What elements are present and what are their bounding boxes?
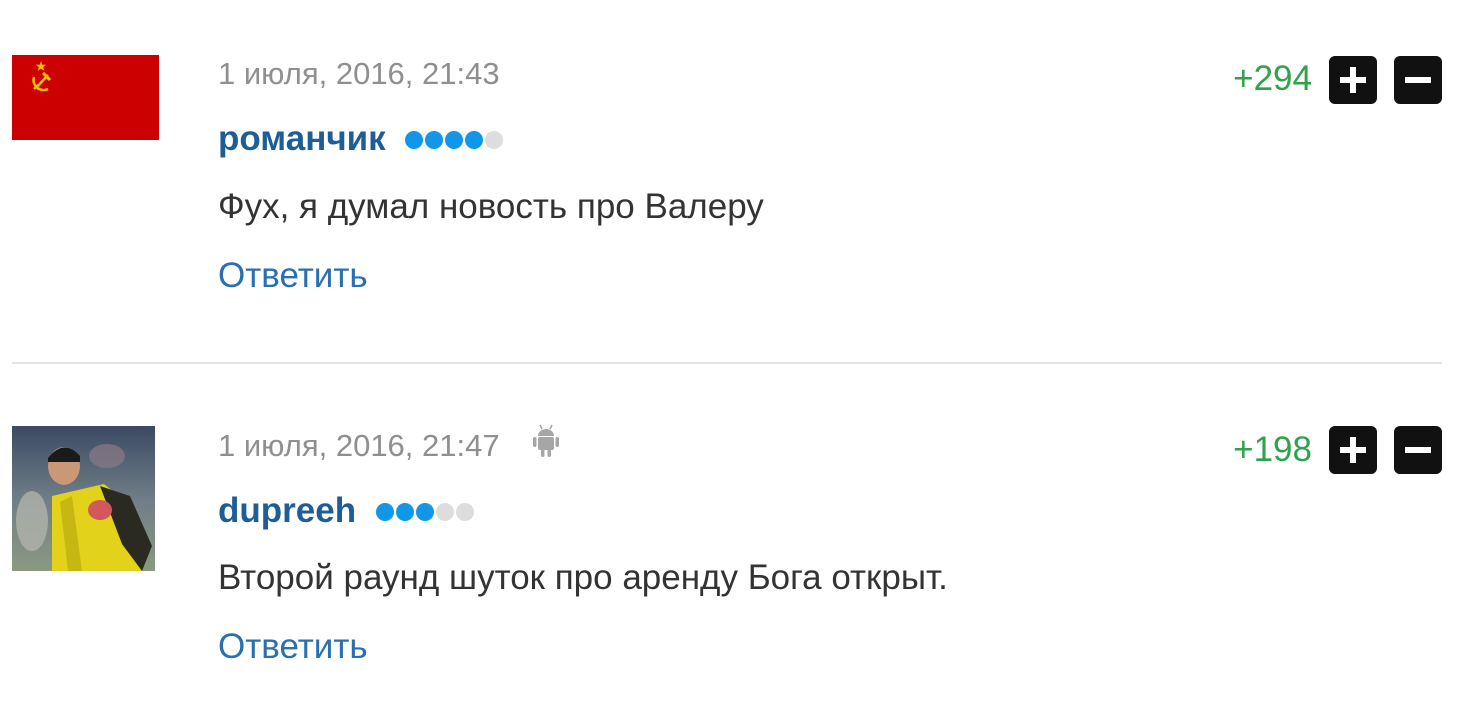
plus-icon-stroke (1350, 67, 1356, 93)
upvote-button[interactable] (1329, 56, 1377, 104)
avatar[interactable] (12, 55, 159, 140)
comment-item: 1 июля, 2016, 21:43 романчик Фух, я дума… (0, 0, 1460, 363)
comment-meta: 1 июля, 2016, 21:43 (218, 56, 500, 92)
comment-author[interactable]: романчик (218, 119, 386, 158)
comment-author-row: романчик (218, 118, 505, 162)
comment-score: +294 (1233, 59, 1312, 98)
comment-meta: 1 июля, 2016, 21:47 (218, 424, 560, 469)
minus-icon (1405, 447, 1431, 453)
reply-link[interactable]: Ответить (218, 626, 368, 668)
comment-score: +198 (1233, 430, 1312, 469)
comment-author[interactable]: dupreeh (218, 491, 356, 530)
rating-dot-filled (465, 130, 484, 149)
user-rating-dots (405, 117, 505, 159)
upvote-button[interactable] (1329, 426, 1377, 474)
downvote-button[interactable] (1394, 426, 1442, 474)
comment-item: 1 июля, 2016, 21:47 dupreeh Второй раунд… (0, 365, 1460, 724)
comment-text: Фух, я думал новость про Валеру (218, 187, 764, 226)
rating-dot-empty (435, 502, 454, 521)
rating-dot-filled (405, 130, 424, 149)
goalkeeper-photo-icon (12, 426, 155, 571)
rating-dot-filled (395, 502, 414, 521)
plus-icon-stroke (1350, 437, 1356, 463)
avatar[interactable] (12, 426, 155, 571)
reply-link[interactable]: Ответить (218, 255, 368, 297)
downvote-button[interactable] (1394, 56, 1442, 104)
rating-dot-empty (485, 130, 504, 149)
rating-dot-filled (415, 502, 434, 521)
minus-icon (1405, 77, 1431, 83)
rating-dot-filled (425, 130, 444, 149)
rating-dot-filled (375, 502, 394, 521)
comment-date: 1 июля, 2016, 21:47 (218, 428, 500, 464)
comment-divider (12, 362, 1442, 364)
comment-author-row: dupreeh (218, 490, 476, 534)
comment-text: Второй раунд шуток про аренду Бога откры… (218, 558, 948, 597)
rating-dot-empty (455, 502, 474, 521)
android-icon (532, 424, 560, 466)
ussr-flag-icon (12, 55, 159, 140)
rating-dot-filled (445, 130, 464, 149)
comment-date: 1 июля, 2016, 21:43 (218, 56, 500, 91)
user-rating-dots (375, 489, 476, 531)
